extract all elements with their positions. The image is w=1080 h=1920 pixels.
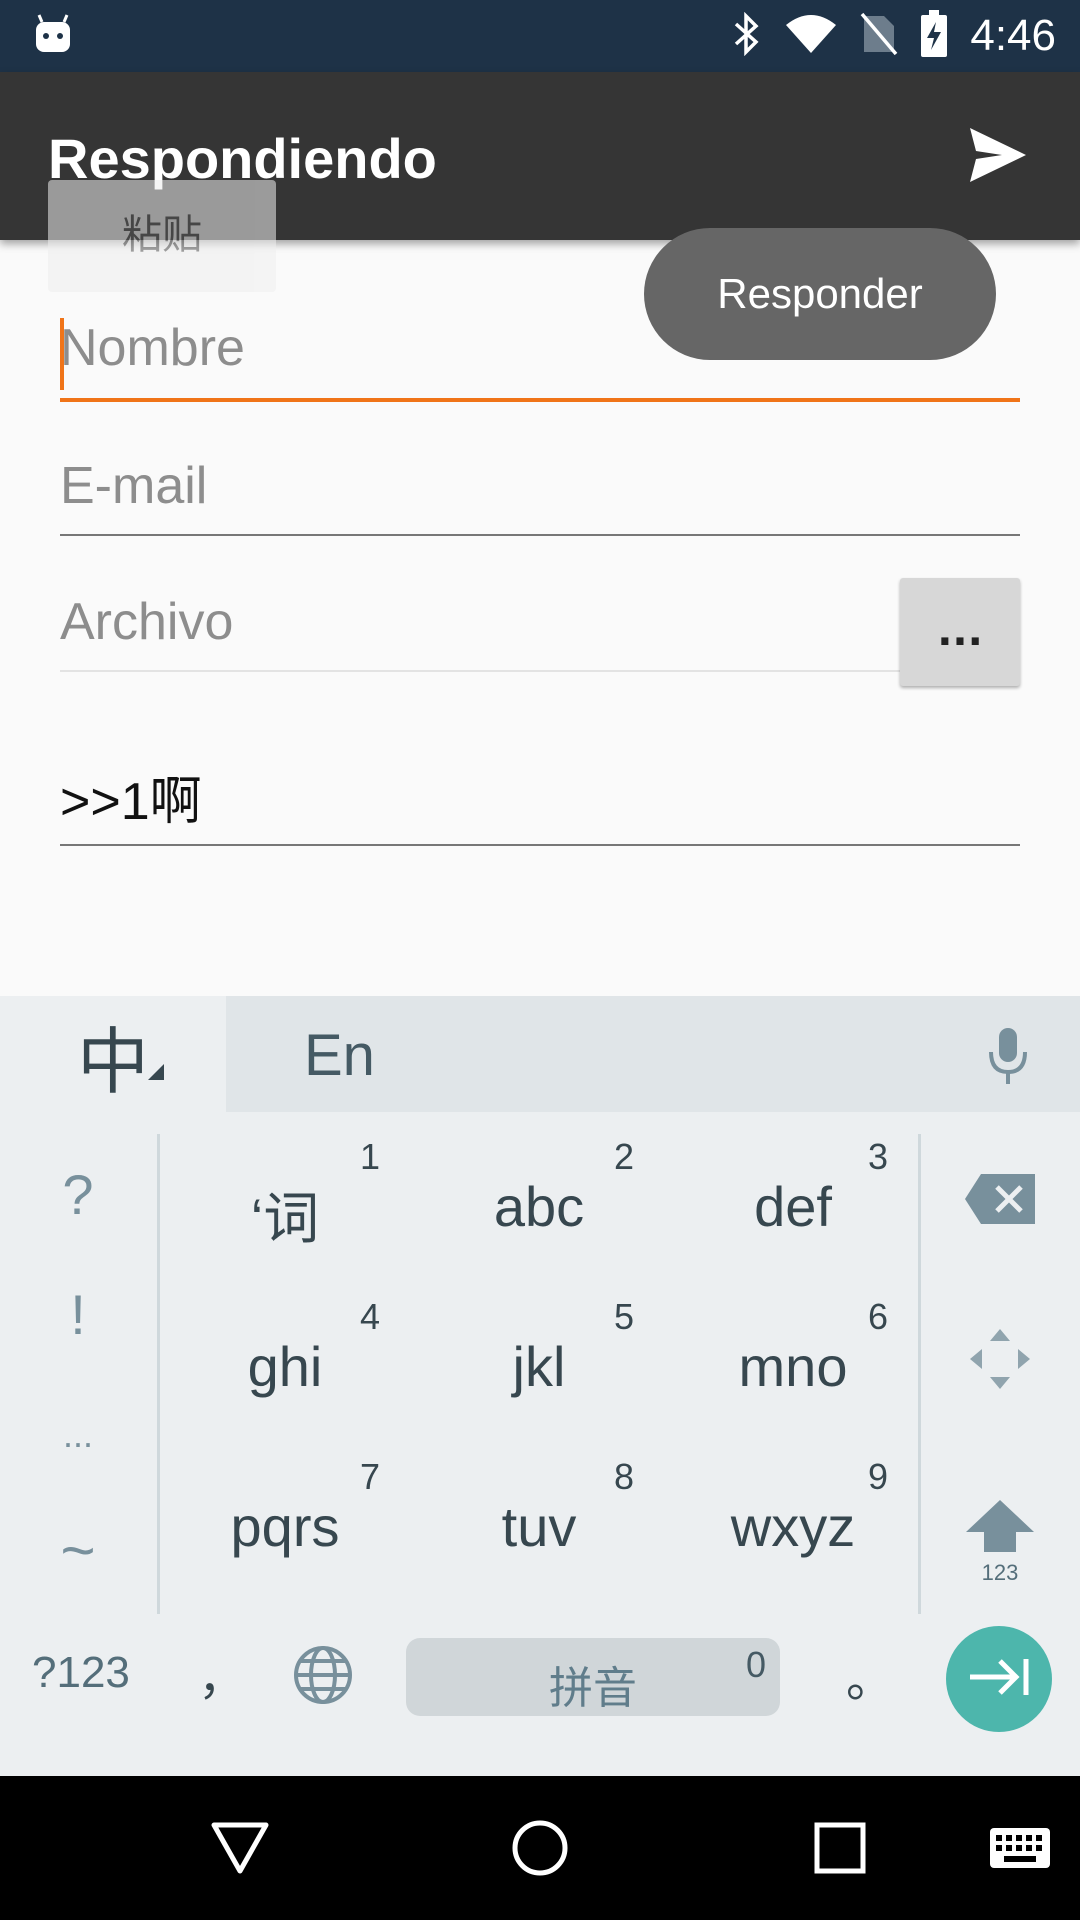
microphone-icon[interactable]	[986, 1026, 1030, 1090]
cursor-move-icon	[968, 1327, 1032, 1395]
shift-icon	[964, 1498, 1036, 1556]
wifi-icon	[784, 13, 838, 59]
candidate-bar[interactable]: En	[226, 996, 1080, 1112]
message-field[interactable]	[60, 766, 1020, 826]
key-1[interactable]: ‘词 1	[158, 1126, 412, 1286]
key-8[interactable]: tuv 8	[412, 1446, 666, 1606]
key-label: mno	[738, 1335, 848, 1398]
candidate-text[interactable]: En	[304, 1022, 375, 1089]
next-field-icon	[968, 1657, 1030, 1701]
no-sim-icon	[860, 12, 898, 60]
key-number: 9	[867, 1456, 888, 1497]
key-label: ghi	[247, 1335, 323, 1398]
text-cursor	[60, 318, 64, 390]
clock: 4:46	[970, 11, 1056, 60]
send-icon[interactable]	[968, 126, 1028, 188]
android-robot-icon	[34, 14, 72, 58]
cursor-move-key[interactable]	[940, 1316, 1060, 1406]
key-4[interactable]: ghi 4	[158, 1286, 412, 1446]
key-label: tuv	[501, 1495, 577, 1558]
key-7[interactable]: pqrs 7	[158, 1446, 412, 1606]
ellipsis-key[interactable]: ...	[0, 1414, 156, 1456]
language-switch-key[interactable]: 中	[0, 996, 226, 1114]
space-key[interactable]: 拼音 0	[406, 1638, 780, 1716]
key-label: ‘词	[250, 1187, 320, 1250]
language-label: 中	[76, 1019, 149, 1104]
toast-text: Responder	[717, 270, 923, 317]
tilde-key[interactable]: ~	[0, 1516, 156, 1585]
key-number: 3	[867, 1136, 888, 1177]
home-icon[interactable]	[500, 1776, 580, 1920]
key-number: 8	[613, 1456, 634, 1497]
email-field[interactable]	[60, 456, 1020, 516]
key-label: jkl	[512, 1335, 566, 1398]
backspace-key[interactable]	[940, 1156, 1060, 1246]
comma-key[interactable]: ，	[198, 1638, 246, 1708]
paste-label: 粘贴	[122, 212, 202, 258]
exclamation-key[interactable]: !	[0, 1282, 156, 1347]
back-icon[interactable]	[200, 1776, 280, 1920]
period-key[interactable]: 。	[846, 1640, 894, 1710]
bluetooth-icon	[732, 11, 762, 60]
key-number: 4	[359, 1296, 380, 1337]
shift-key[interactable]: 123	[940, 1492, 1060, 1592]
key-number: 2	[613, 1136, 634, 1177]
key-6[interactable]: mno 6	[666, 1286, 920, 1446]
key-number: 6	[867, 1296, 888, 1337]
key-label: pqrs	[230, 1495, 340, 1558]
toast: Responder	[644, 228, 996, 360]
keyboard-top-row: 中 En	[0, 996, 1080, 1114]
space-number: 0	[745, 1644, 766, 1685]
key-label: abc	[493, 1175, 585, 1238]
space-label: 拼音	[549, 1663, 637, 1714]
enter-key[interactable]	[946, 1626, 1052, 1732]
key-5[interactable]: jkl 5	[412, 1286, 666, 1446]
key-number: 1	[359, 1136, 380, 1177]
keyboard: 中 En ? ! ... ~ ‘词 1 abc 2 def 3 ghi 4 jk…	[0, 996, 1080, 1776]
recents-icon[interactable]	[800, 1776, 880, 1920]
triangle-icon	[148, 1064, 164, 1080]
paste-popup[interactable]: 粘贴	[48, 180, 276, 292]
key-number: 7	[359, 1456, 380, 1497]
browse-file-button[interactable]: ...	[900, 578, 1020, 686]
question-key[interactable]: ?	[0, 1162, 156, 1227]
key-2[interactable]: abc 2	[412, 1126, 666, 1286]
backspace-icon	[963, 1172, 1037, 1230]
shift-label: 123	[981, 1560, 1019, 1585]
email-field-container	[60, 456, 1020, 536]
key-label: wxyz	[730, 1495, 856, 1558]
navigation-bar	[0, 1776, 1080, 1920]
status-bar: 4:46	[0, 0, 1080, 72]
battery-charging-icon	[920, 10, 948, 62]
file-field[interactable]	[60, 592, 900, 652]
message-field-container	[60, 766, 1020, 846]
key-number: 5	[613, 1296, 634, 1337]
key-3[interactable]: def 3	[666, 1126, 920, 1286]
globe-icon[interactable]	[292, 1644, 354, 1711]
key-label: def	[754, 1175, 832, 1238]
key-9[interactable]: wxyz 9	[666, 1446, 920, 1606]
symbols-key[interactable]: ?123	[32, 1648, 130, 1698]
file-field-container	[60, 592, 900, 672]
keyboard-icon[interactable]	[984, 1776, 1056, 1920]
